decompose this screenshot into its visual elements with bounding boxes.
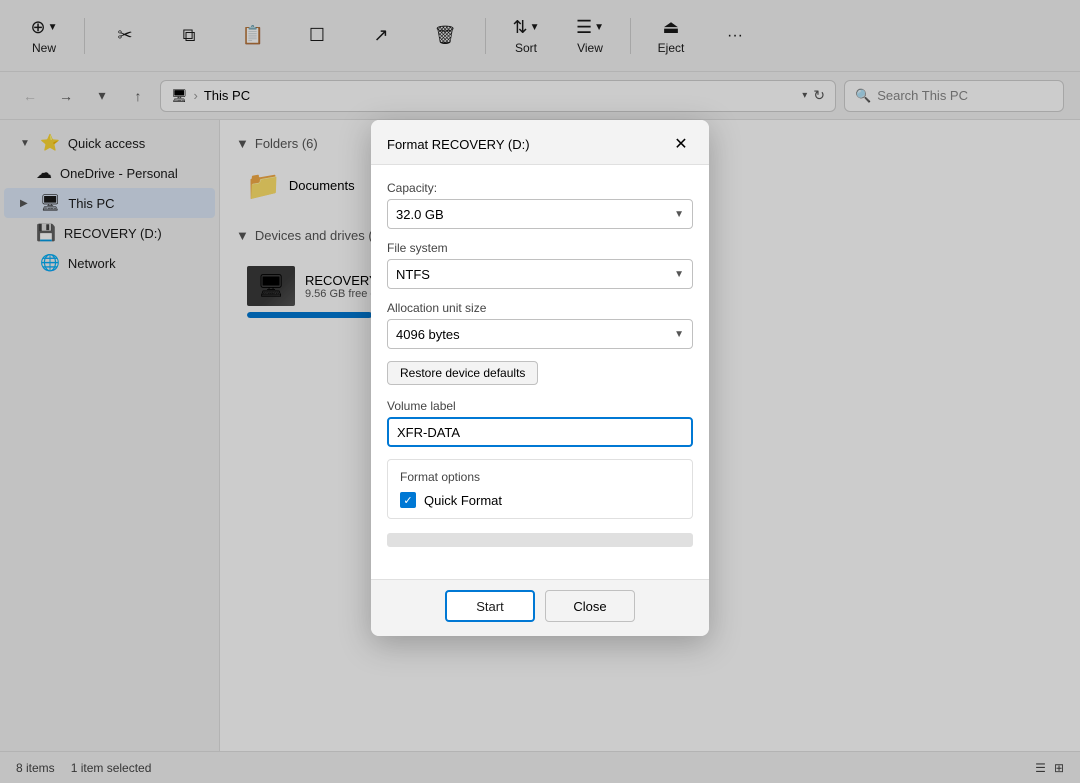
close-label: Close — [573, 599, 606, 614]
quick-format-checkbox[interactable]: ✓ — [400, 492, 416, 508]
modal-body: Capacity: 32.0 GB ▼ File system NTFS ▼ A… — [371, 165, 709, 579]
modal-overlay: Format RECOVERY (D:) ✕ Capacity: 32.0 GB… — [0, 0, 1080, 783]
quick-format-label: Quick Format — [424, 493, 502, 508]
modal-titlebar: Format RECOVERY (D:) ✕ — [371, 120, 709, 165]
modal-title: Format RECOVERY (D:) — [387, 137, 530, 152]
filesystem-arrow-icon: ▼ — [674, 269, 684, 280]
capacity-value: 32.0 GB — [396, 207, 444, 222]
format-progress-bar — [387, 533, 693, 547]
restore-defaults-button[interactable]: Restore device defaults — [387, 361, 538, 385]
allocation-dropdown[interactable]: 4096 bytes ▼ — [387, 319, 693, 349]
filesystem-value: NTFS — [396, 267, 430, 282]
restore-btn-label: Restore device defaults — [400, 366, 525, 380]
quick-format-row[interactable]: ✓ Quick Format — [400, 492, 680, 508]
allocation-arrow-icon: ▼ — [674, 329, 684, 340]
allocation-label: Allocation unit size — [387, 301, 693, 315]
capacity-label: Capacity: — [387, 181, 693, 195]
capacity-arrow-icon: ▼ — [674, 209, 684, 220]
allocation-value: 4096 bytes — [396, 327, 460, 342]
filesystem-dropdown[interactable]: NTFS ▼ — [387, 259, 693, 289]
capacity-dropdown[interactable]: 32.0 GB ▼ — [387, 199, 693, 229]
volume-label-input[interactable] — [387, 417, 693, 447]
filesystem-label: File system — [387, 241, 693, 255]
start-button[interactable]: Start — [445, 590, 535, 622]
format-options-box: Format options ✓ Quick Format — [387, 459, 693, 519]
modal-footer: Start Close — [371, 579, 709, 636]
format-dialog: Format RECOVERY (D:) ✕ Capacity: 32.0 GB… — [371, 120, 709, 636]
format-options-label: Format options — [400, 470, 680, 484]
modal-close-button[interactable]: ✕ — [669, 132, 693, 156]
start-label: Start — [476, 599, 503, 614]
close-button[interactable]: Close — [545, 590, 635, 622]
volume-label-text: Volume label — [387, 399, 693, 413]
